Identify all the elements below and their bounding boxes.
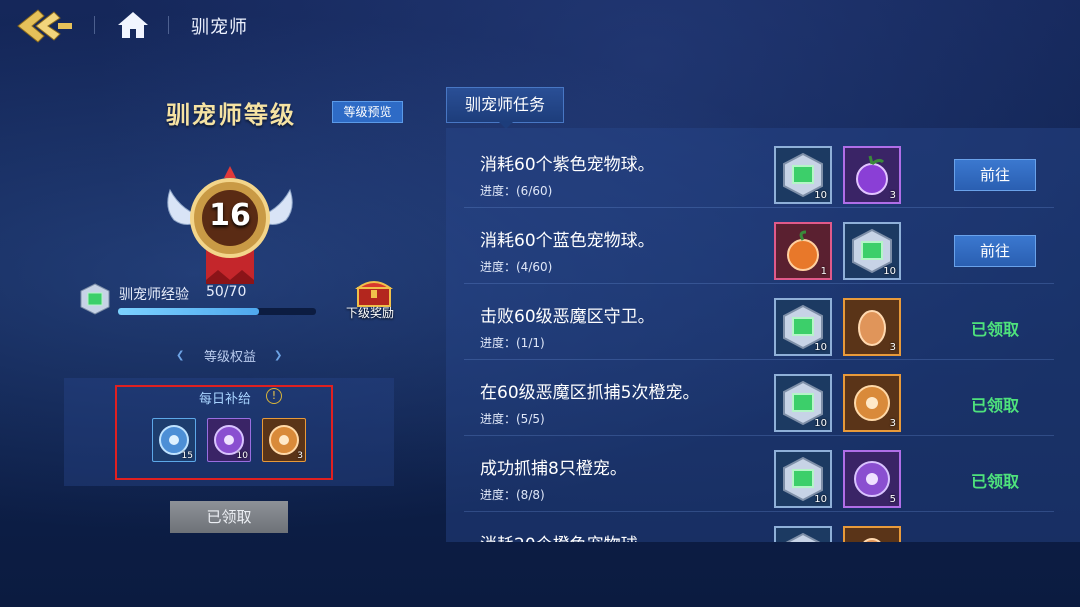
- task-progress: 进度：(4/60): [480, 260, 553, 274]
- reward-item[interactable]: 5: [843, 450, 901, 508]
- daily-item-blue-ball[interactable]: 15: [152, 418, 196, 462]
- page-title: 驯宠师: [191, 17, 248, 38]
- info-icon[interactable]: !: [266, 388, 282, 404]
- item-count: 10: [883, 266, 896, 277]
- home-button[interactable]: [116, 10, 150, 40]
- item-count: 15: [181, 451, 193, 461]
- reward-item[interactable]: 3: [843, 374, 901, 432]
- task-progress: 进度：(1/1): [480, 336, 545, 350]
- level-number: 16: [209, 198, 251, 233]
- exp-progress-fill: [118, 308, 260, 315]
- home-icon: [118, 12, 148, 38]
- item-count: 5: [889, 494, 896, 505]
- task-title: 消耗60个蓝色宠物球。: [480, 231, 655, 251]
- separator: [168, 16, 169, 34]
- next-reward-label: 下级奖励: [346, 306, 395, 320]
- level-preview-button[interactable]: 等级预览: [332, 101, 403, 123]
- deco-right-icon: ❯: [274, 350, 283, 361]
- task-title: 消耗20个橙色宠物球。: [480, 530, 655, 542]
- task-list: 消耗60个紫色宠物球。 进度：(6/60) 10 3 前往 消耗60个蓝色宠物球…: [446, 128, 1080, 542]
- item-count: 3: [297, 451, 303, 461]
- daily-item-purple-ball[interactable]: 10: [207, 418, 251, 462]
- reward-item[interactable]: [774, 526, 832, 542]
- claimed-button[interactable]: 已领取: [170, 501, 288, 533]
- item-count: 3: [889, 190, 896, 201]
- exp-label: 驯宠师经验: [119, 287, 189, 303]
- rights-label: 等级权益: [203, 350, 256, 365]
- task-title: 击败60级恶魔区守卫。: [480, 307, 655, 327]
- item-count: 10: [814, 342, 827, 353]
- claimed-status: 已领取: [970, 320, 1019, 339]
- orange-egg-icon: [863, 538, 881, 542]
- back-button[interactable]: [14, 6, 76, 46]
- item-count: 10: [814, 418, 827, 429]
- task-progress: 进度：(8/8): [480, 488, 545, 502]
- go-button[interactable]: 前往: [954, 235, 1036, 267]
- task-title: 成功抓捕8只橙宠。: [480, 459, 627, 479]
- task-row: 消耗20个橙色宠物球。: [464, 512, 1054, 542]
- reward-item[interactable]: 3: [843, 298, 901, 356]
- go-button[interactable]: 前往: [954, 159, 1036, 191]
- task-row: 在60级恶魔区抓捕5次橙宠。 进度：(5/5) 10 3 已领取: [464, 360, 1054, 436]
- level-badge: 16: [160, 160, 300, 284]
- exp-value: 50/70: [206, 284, 247, 300]
- back-arrow-icon: [17, 9, 72, 43]
- claimed-status: 已领取: [970, 396, 1019, 415]
- reward-item[interactable]: 10: [843, 222, 901, 280]
- item-count: 1: [820, 266, 827, 277]
- level-title: 驯宠师等级: [166, 100, 296, 129]
- exp-progress-bar: [118, 308, 316, 315]
- reward-item[interactable]: 1: [774, 222, 832, 280]
- reward-item[interactable]: [843, 526, 901, 542]
- reward-item[interactable]: 10: [774, 374, 832, 432]
- green-exp-crystal-icon: [785, 532, 821, 542]
- task-row: 成功抓捕8只橙宠。 进度：(8/8) 10 5 已领取: [464, 436, 1054, 512]
- separator: [94, 16, 95, 34]
- reward-item[interactable]: 3: [843, 146, 901, 204]
- exp-crystal-icon: [78, 282, 112, 316]
- task-title: 消耗60个紫色宠物球。: [480, 155, 655, 175]
- task-row: 击败60级恶魔区守卫。 进度：(1/1) 10 3 已领取: [464, 284, 1054, 360]
- item-count: 10: [814, 494, 827, 505]
- claimed-status: 已领取: [970, 472, 1019, 491]
- item-count: 10: [236, 451, 248, 461]
- item-count: 10: [814, 190, 827, 201]
- task-row: 消耗60个蓝色宠物球。 进度：(4/60) 1 10 前往: [464, 208, 1054, 284]
- task-row: 消耗60个紫色宠物球。 进度：(6/60) 10 3 前往: [464, 132, 1054, 208]
- reward-item[interactable]: 10: [774, 450, 832, 508]
- top-bar: 驯宠师: [0, 0, 1080, 52]
- task-title: 在60级恶魔区抓捕5次橙宠。: [480, 383, 700, 403]
- daily-item-orange-ball[interactable]: 3: [262, 418, 306, 462]
- task-progress: 进度：(5/5): [480, 412, 545, 426]
- reward-item[interactable]: 10: [774, 146, 832, 204]
- item-count: 3: [889, 418, 896, 429]
- daily-supply-label: 每日补给: [199, 392, 252, 407]
- reward-item[interactable]: 10: [774, 298, 832, 356]
- tab-tamer-tasks[interactable]: 驯宠师任务: [446, 87, 564, 129]
- item-count: 3: [889, 342, 896, 353]
- task-progress: 进度：(6/60): [480, 184, 553, 198]
